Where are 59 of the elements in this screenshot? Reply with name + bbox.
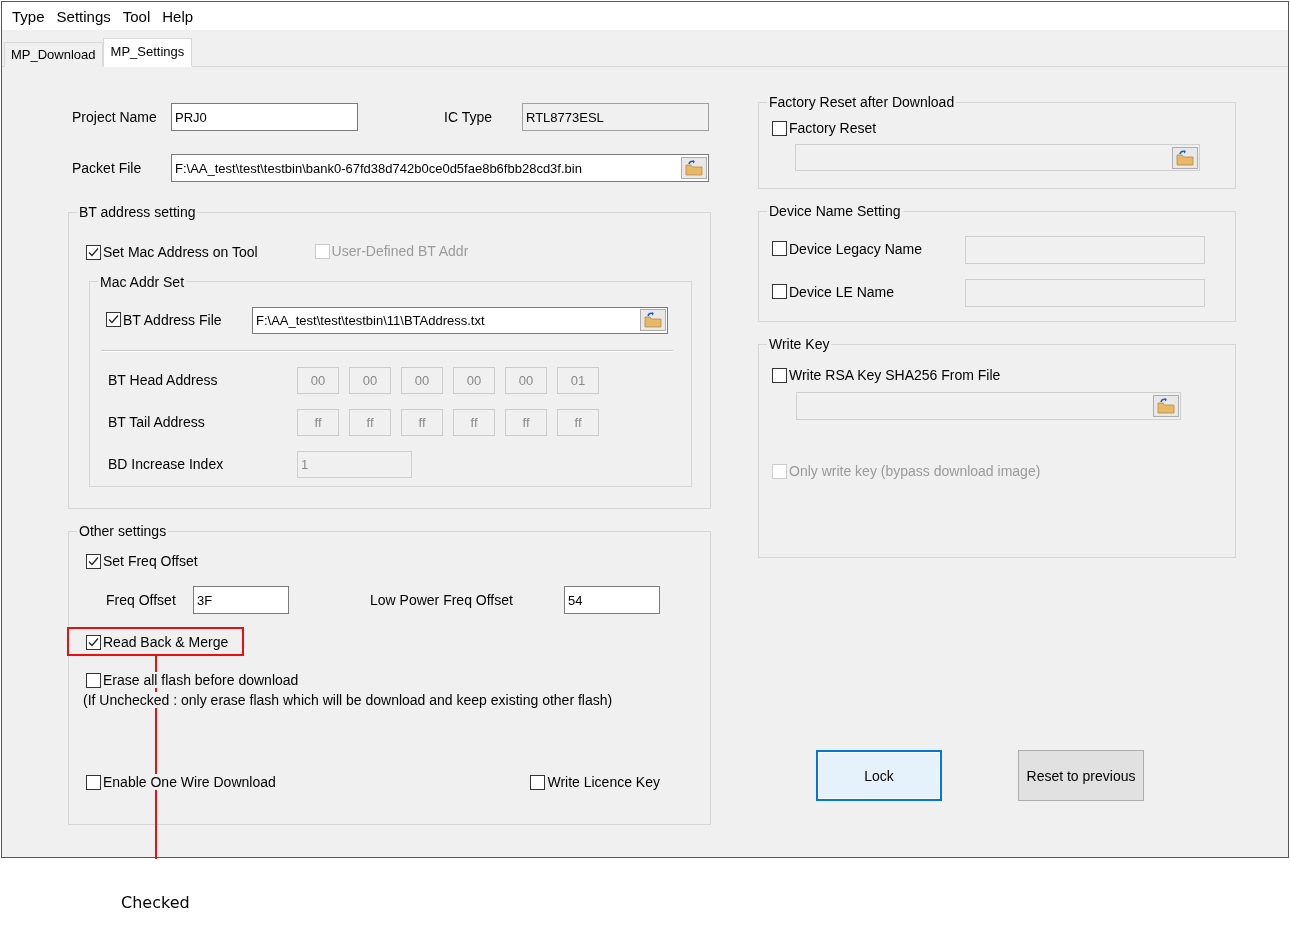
group-title: Mac Addr Set (99, 273, 186, 290)
folder-icon (685, 160, 703, 176)
field-label: BT Tail Address (108, 414, 206, 430)
checkmark-icon (88, 636, 99, 648)
file-path-field[interactable]: F:\AA_test\test\testbin\bank0-67fd38d742b0ce0d5fae8b6fbb28cd3f.bin (171, 154, 709, 182)
action-button[interactable]: Lock (816, 750, 942, 801)
field-label: Project Name (71, 109, 158, 125)
action-button[interactable]: Reset to previous (1018, 750, 1144, 801)
folder-icon (1176, 149, 1194, 166)
byte-field: ff (453, 408, 495, 436)
group-title: Device Name Setting (768, 203, 902, 219)
group-title: Factory Reset after Download (768, 94, 956, 110)
checkmark-icon (108, 314, 119, 326)
group-title: Write Key (768, 336, 831, 352)
byte-field: ff (401, 408, 443, 436)
byte-field: 00 (349, 366, 391, 394)
file-path-field[interactable] (796, 392, 1181, 420)
menu-item[interactable]: Help (156, 5, 200, 27)
input-field[interactable]: PRJ0 (171, 103, 358, 131)
field-label: Packet File (71, 160, 143, 176)
field-label: Low Power Freq Offset (370, 592, 514, 608)
byte-field: 00 (453, 366, 495, 394)
browse-button[interactable] (1172, 146, 1198, 169)
field-label: BT Head Address (108, 372, 219, 388)
input-field[interactable] (965, 236, 1205, 264)
browse-button[interactable] (640, 309, 666, 331)
input-field: RTL8773ESL (522, 103, 709, 131)
byte-field: ff (505, 408, 547, 436)
menu-item[interactable]: Type (6, 5, 51, 27)
group-title: Other settings (78, 523, 168, 539)
folder-icon (1157, 398, 1175, 414)
input-field[interactable] (965, 279, 1205, 307)
file-path-field[interactable] (795, 144, 1200, 171)
checkmark-icon (88, 246, 99, 258)
checkmark-icon (88, 555, 99, 567)
byte-field: ff (349, 408, 391, 436)
tab[interactable]: MP_Settings (102, 38, 193, 67)
byte-field: 00 (505, 366, 547, 394)
note-text: (If Unchecked : only erase flash which will be download and keep existing other flash) (83, 692, 613, 708)
field-label: Freq Offset (106, 592, 177, 608)
field-label: IC Type (444, 109, 493, 125)
input-field[interactable]: 54 (564, 586, 660, 614)
annotation-label: Checked (121, 893, 190, 912)
byte-field: ff (557, 408, 599, 436)
browse-button[interactable] (1153, 395, 1179, 417)
field-label: BD Increase Index (108, 456, 225, 472)
file-path-field[interactable]: F:\AA_test\test\testbin\11\BTAddress.txt (252, 306, 668, 334)
menu-item[interactable]: Tool (116, 5, 157, 27)
input-field: 1 (297, 450, 412, 478)
folder-icon (644, 312, 662, 328)
menu-item[interactable]: Settings (50, 5, 117, 27)
byte-field: 00 (401, 366, 443, 394)
byte-field: ff (297, 408, 339, 436)
input-field[interactable]: 3F (193, 586, 289, 614)
byte-field: 00 (297, 366, 339, 394)
group-title: BT address setting (78, 204, 197, 220)
byte-field: 01 (557, 366, 599, 394)
browse-button[interactable] (681, 157, 707, 179)
tab[interactable]: MP_Download (4, 42, 103, 67)
